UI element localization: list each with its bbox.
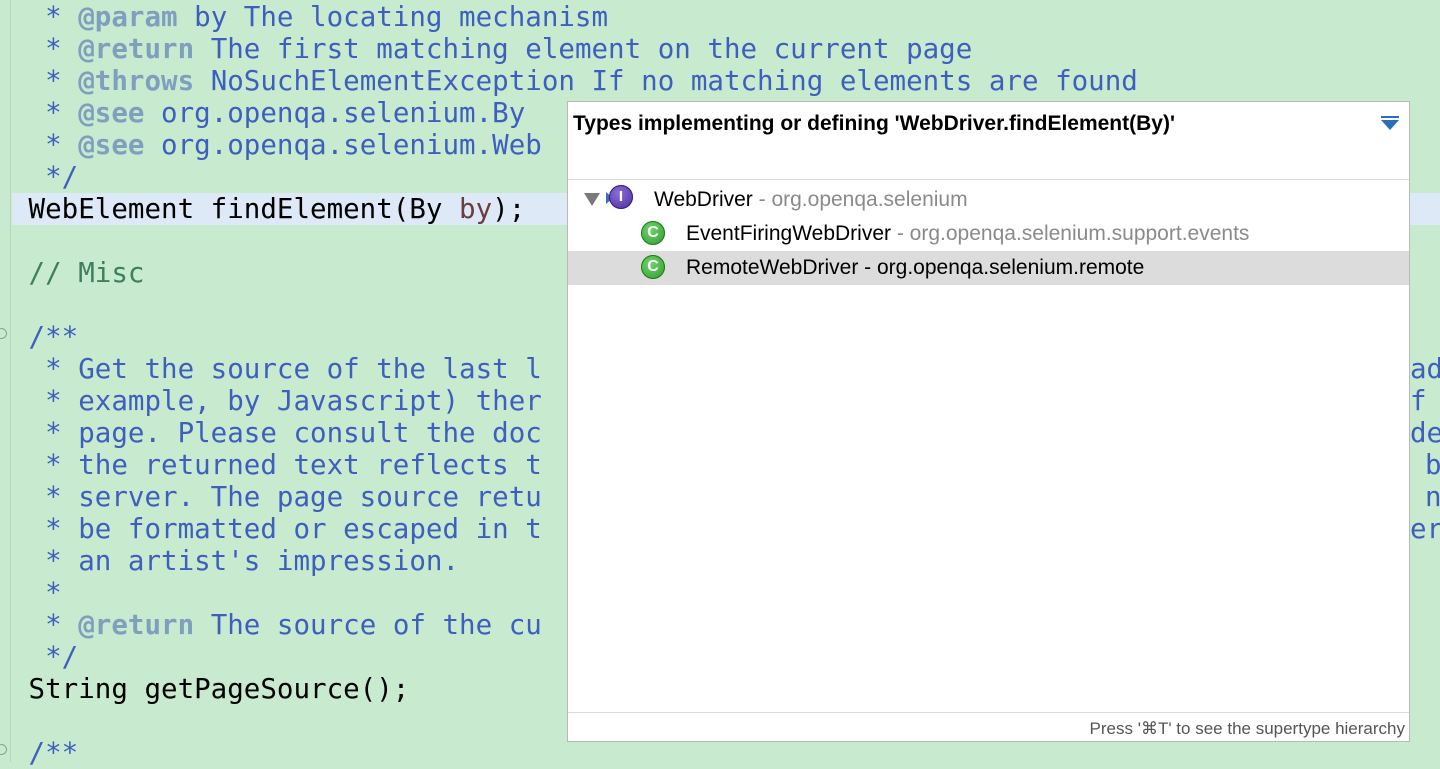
popup-footer-hint: Press '⌘T' to see the supertype hierarch… — [1089, 719, 1405, 738]
code-line: * @see org.openqa.selenium.Web — [0, 129, 542, 161]
code-fragment: b — [1425, 449, 1440, 481]
code-line: * page. Please consult the doc — [0, 417, 542, 449]
code-line: */ — [0, 161, 78, 193]
code-token: * an artist's impression. — [12, 545, 460, 577]
package-name: - org.openqa.selenium.remote — [858, 256, 1145, 279]
code-line: * @see org.openqa.selenium.By — [0, 97, 525, 129]
type-name: RemoteWebDriver — [686, 256, 859, 279]
code-line: * be formatted or escaped in t — [0, 513, 542, 545]
tree-item-webdriver[interactable]: I WebDriver - org.openqa.selenium — [568, 183, 1409, 217]
code-line: */ — [0, 641, 78, 673]
code-token: NoSuchElementException If no matching el… — [194, 65, 1138, 97]
code-line: * @return The first matching element on … — [0, 33, 972, 65]
code-token: WebElement findElement(By — [12, 193, 460, 225]
tree-item-label: RemoteWebDriver - org.openqa.selenium.re… — [686, 256, 1144, 280]
view-menu-icon[interactable] — [1381, 116, 1399, 130]
code-token: * server. The page source retu — [12, 481, 542, 513]
code-token: @see — [78, 97, 145, 129]
code-token: * — [12, 1, 79, 33]
code-token: */ — [12, 161, 79, 193]
class-icon: C — [641, 221, 665, 245]
code-token: String getPageSource(); — [12, 673, 410, 705]
code-token: * be formatted or escaped in t — [12, 513, 542, 545]
code-token: @return — [78, 609, 195, 641]
code-line: /** — [0, 321, 79, 353]
code-token: */ — [12, 641, 79, 673]
code-token: @throws — [78, 65, 195, 97]
type-name: EventFiringWebDriver — [686, 222, 892, 245]
popup-title: Types implementing or defining 'WebDrive… — [573, 112, 1175, 135]
package-name: - org.openqa.selenium — [752, 188, 968, 211]
code-token: @return — [78, 33, 195, 65]
code-line: String getPageSource(); — [0, 673, 410, 705]
code-token: * Get the source of the last l — [12, 353, 542, 385]
code-token: * — [12, 129, 79, 161]
code-line: * @return The source of the cu — [0, 609, 542, 641]
code-token: org.openqa.selenium.Web — [144, 129, 542, 161]
package-name: - org.openqa.selenium.support.events — [891, 222, 1250, 245]
code-line: * the returned text reflects t — [0, 449, 542, 481]
tree-item-label: EventFiringWebDriver - org.openqa.seleni… — [686, 222, 1249, 246]
code-token: by — [459, 193, 493, 225]
code-token: org.openqa.selenium.By — [144, 97, 526, 129]
popup-header-divider — [568, 179, 1409, 180]
type-hierarchy-popup: Types implementing or defining 'WebDrive… — [567, 101, 1410, 742]
code-fragment: ad — [1410, 353, 1440, 385]
code-line: * @throws NoSuchElementException If no m… — [0, 65, 1138, 97]
code-token: The source of the cu — [194, 609, 542, 641]
code-line: * — [0, 577, 62, 609]
code-token: * — [12, 97, 79, 129]
code-token: @see — [78, 129, 145, 161]
code-line: * an artist's impression. — [0, 545, 459, 577]
code-line: * Get the source of the last l — [0, 353, 542, 385]
code-token: * example, by Javascript) ther — [12, 385, 542, 417]
code-token: // Misc — [12, 257, 145, 289]
code-fragment: n — [1425, 481, 1440, 513]
code-token: * the returned text reflects t — [12, 449, 542, 481]
expand-toggle-icon[interactable] — [584, 193, 600, 206]
code-token: The first matching element on the curren… — [194, 33, 973, 65]
code-line: /** — [0, 737, 79, 769]
code-fragment: de — [1410, 417, 1440, 449]
class-icon: C — [641, 255, 665, 279]
tree-item-label: WebDriver - org.openqa.selenium — [654, 188, 968, 212]
code-token: ); — [492, 193, 526, 225]
code-token: /** — [12, 737, 79, 769]
popup-footer-divider — [568, 712, 1409, 713]
code-token: * — [12, 577, 62, 609]
tree-item-eventfiringwebdriver[interactable]: C EventFiringWebDriver - org.openqa.sele… — [568, 217, 1409, 251]
tree-item-remotewebdriver[interactable]: C RemoteWebDriver - org.openqa.selenium.… — [568, 251, 1409, 285]
code-token: by The locating mechanism — [177, 1, 609, 33]
code-token: * — [12, 65, 79, 97]
code-token: * page. Please consult the doc — [12, 417, 542, 449]
code-line: // Misc — [0, 257, 145, 289]
code-token: * — [12, 33, 79, 65]
code-fragment: er — [1410, 513, 1440, 545]
interface-icon: I — [609, 185, 633, 209]
code-line: * server. The page source retu — [0, 481, 542, 513]
code-fragment: f — [1410, 385, 1427, 417]
code-token: /** — [12, 321, 79, 353]
code-token: * — [12, 609, 79, 641]
code-token: @param — [78, 1, 178, 33]
type-name: WebDriver — [654, 188, 753, 211]
code-line: * example, by Javascript) ther — [0, 385, 542, 417]
code-line: * @param by The locating mechanism — [0, 1, 608, 33]
